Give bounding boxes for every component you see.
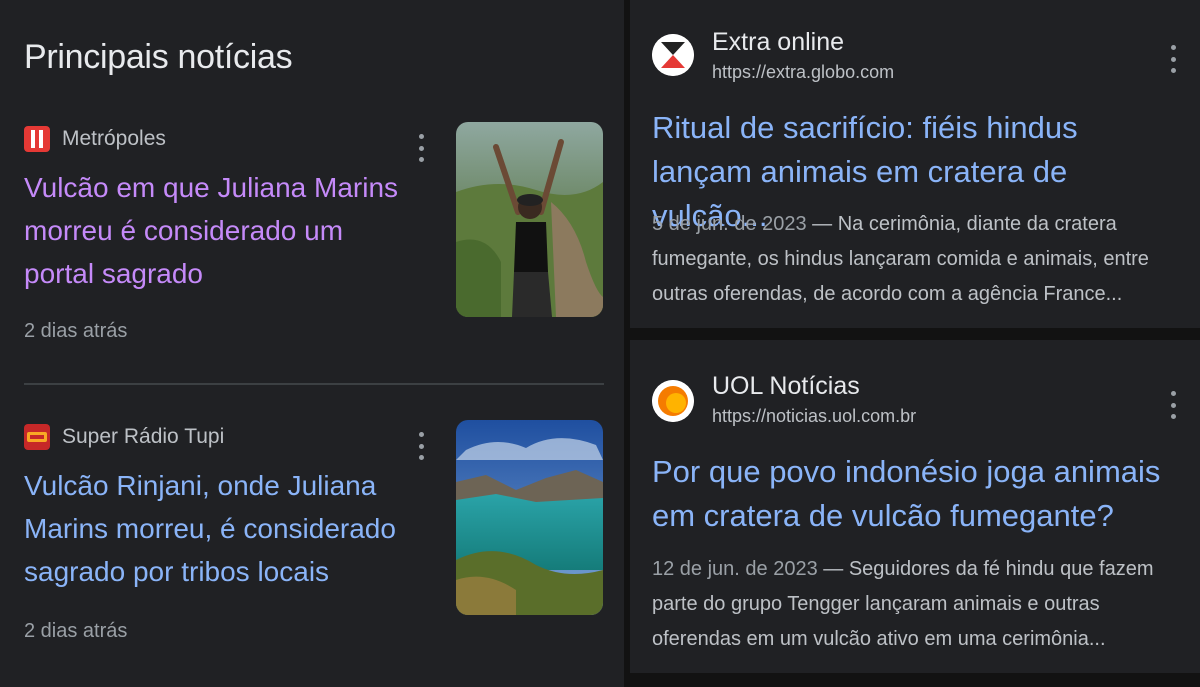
timestamp: 2 dias atrás [24,320,128,342]
source-row: Super Rádio Tupi [24,422,224,452]
result-snippet: 5 de jun. de 2023 — Na cerimônia, diante… [652,207,1182,312]
section-title: Principais notícias [24,38,293,76]
source-row: Metrópoles [24,124,166,154]
site-url[interactable]: https://noticias.uol.com.br [712,406,916,427]
source-name[interactable]: Metrópoles [62,127,166,151]
news-card-1[interactable]: Metrópoles Vulcão em que Juliana Marins … [24,122,604,362]
headline-link[interactable]: Vulcão Rinjani, onde Juliana Marins morr… [24,464,414,593]
search-result-2[interactable]: UOL Notícias https://noticias.uol.com.br… [630,340,1200,673]
uol-logo-icon [652,380,694,422]
result-date: 5 de jun. de 2023 [652,213,807,235]
source-name[interactable]: Super Rádio Tupi [62,425,224,449]
thumbnail-image[interactable] [456,420,603,615]
thumbnail-image[interactable] [456,122,603,317]
more-options-icon[interactable] [416,134,426,162]
more-options-icon[interactable] [1168,45,1178,73]
headline-link[interactable]: Vulcão em que Juliana Marins morreu é co… [24,166,414,295]
extra-logo-icon [652,34,694,76]
more-options-icon[interactable] [416,432,426,460]
timestamp: 2 dias atrás [24,620,128,642]
separator: — [817,558,849,580]
tupi-logo-icon [24,424,50,450]
metropoles-logo-icon [24,126,50,152]
news-card-2[interactable]: Super Rádio Tupi Vulcão Rinjani, onde Ju… [24,420,604,660]
site-name[interactable]: Extra online [712,28,844,57]
result-snippet: 12 de jun. de 2023 — Seguidores da fé hi… [652,552,1182,657]
separator: — [806,213,838,235]
search-results-panel: Extra online https://extra.globo.com Rit… [630,0,1200,687]
divider [24,383,604,385]
result-date: 12 de jun. de 2023 [652,558,818,580]
top-stories-panel: Principais notícias Metrópoles Vulcão em… [0,0,624,687]
search-result-1[interactable]: Extra online https://extra.globo.com Rit… [630,0,1200,328]
site-url[interactable]: https://extra.globo.com [712,62,894,83]
more-options-icon[interactable] [1168,391,1178,419]
result-title-link[interactable]: Por que povo indonésio joga animais em c… [652,450,1172,538]
site-name[interactable]: UOL Notícias [712,372,860,401]
